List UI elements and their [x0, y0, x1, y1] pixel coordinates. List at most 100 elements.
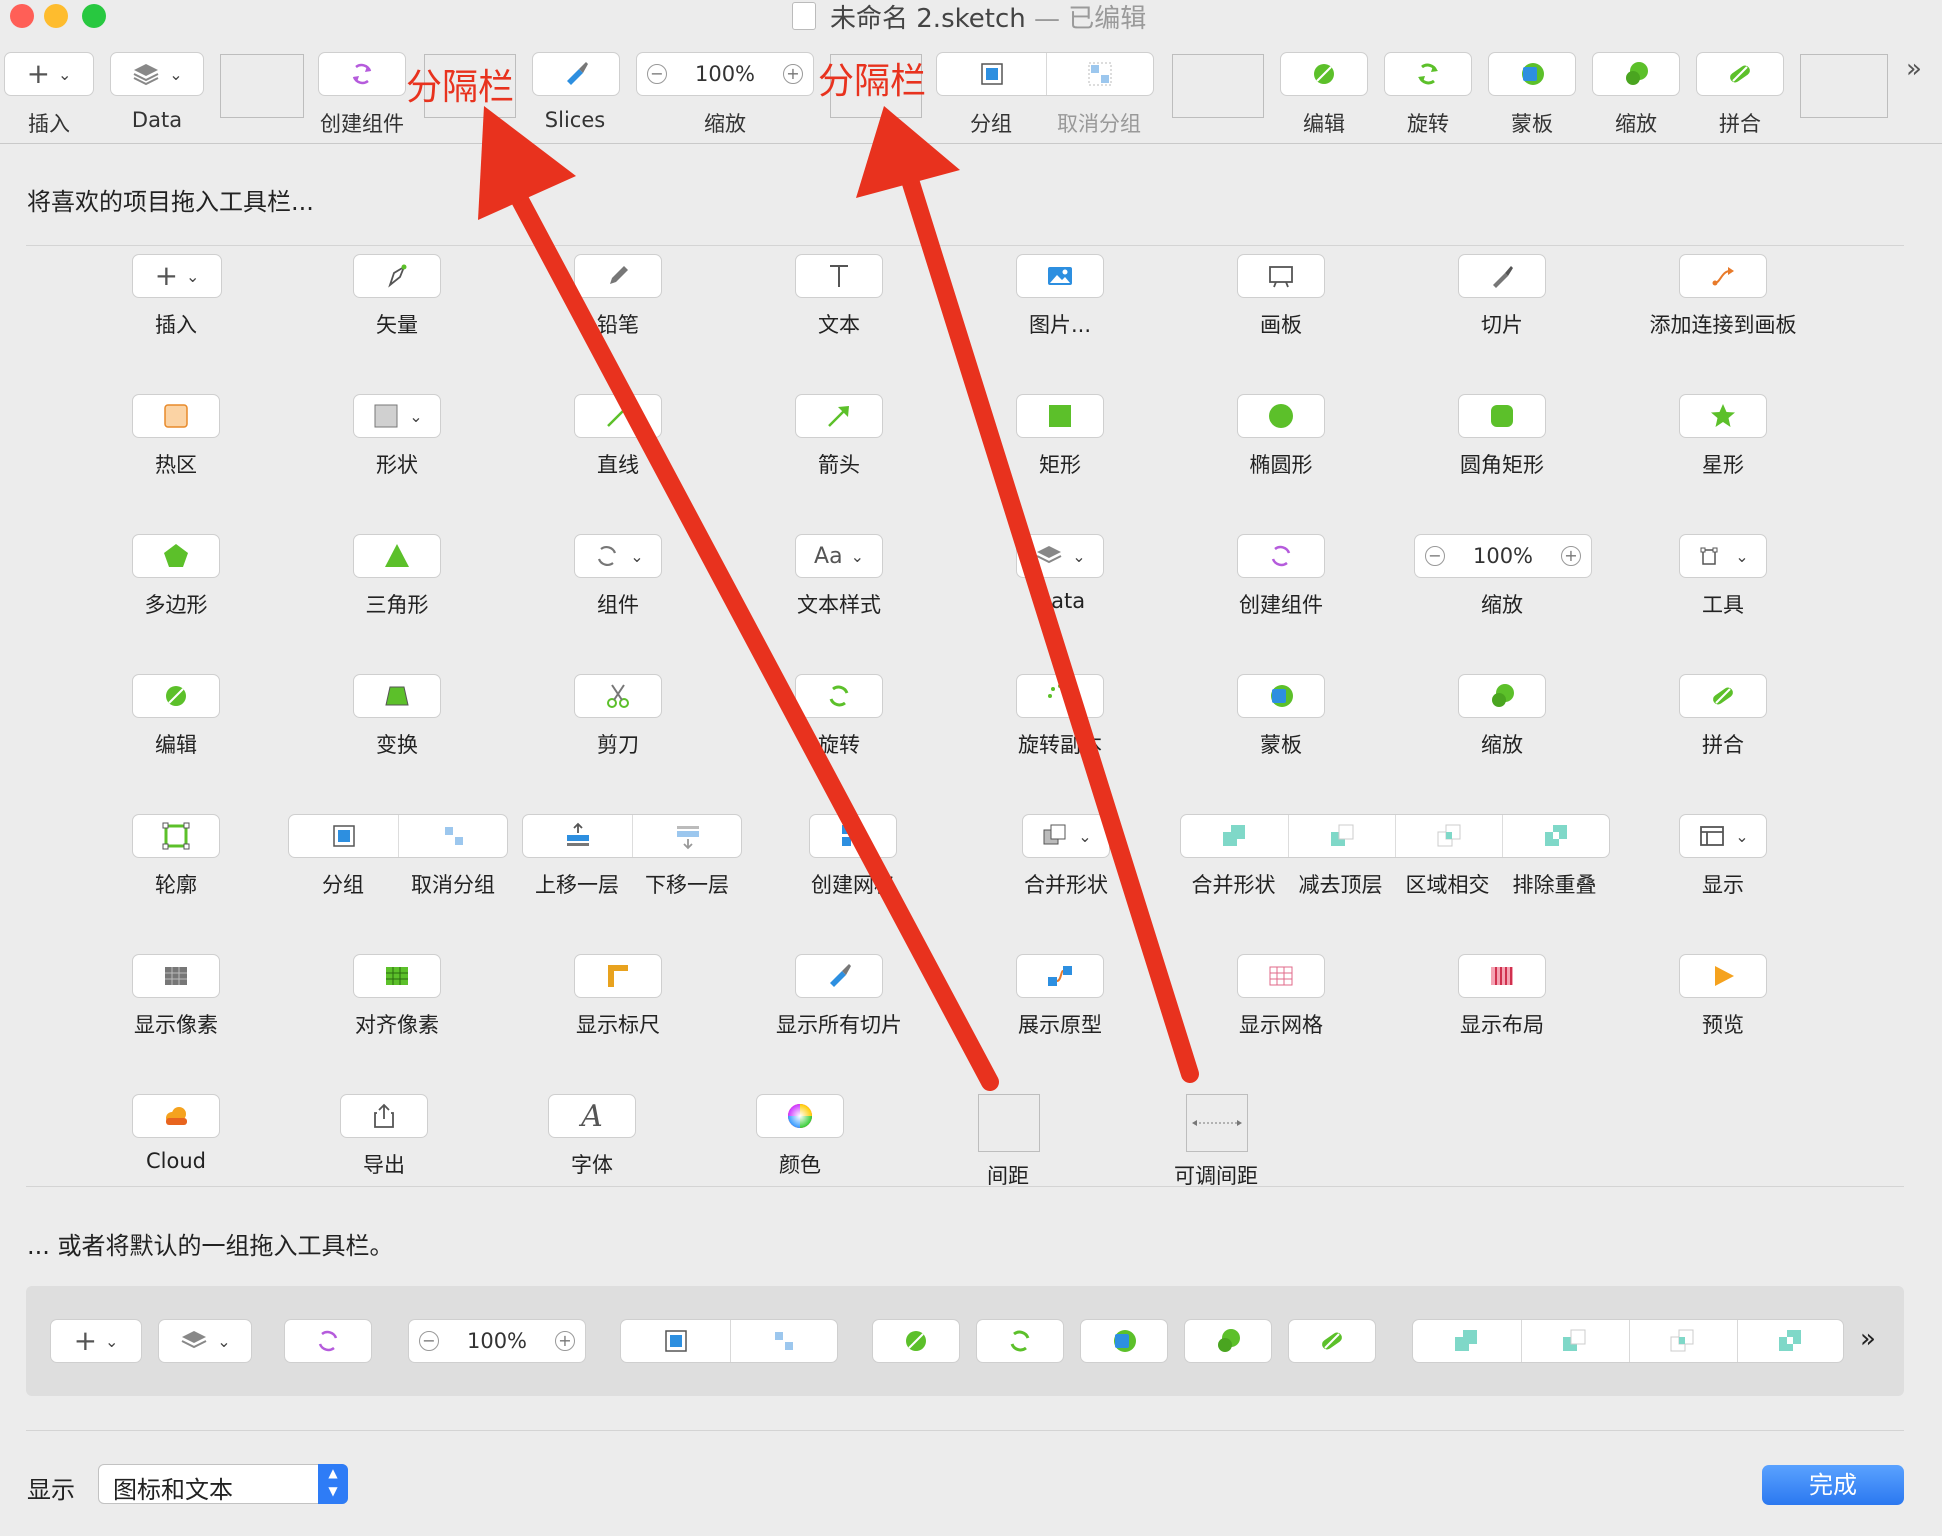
minimize-window-button[interactable] [44, 4, 68, 28]
zoom-out-icon[interactable]: − [647, 64, 667, 84]
star-button[interactable] [1679, 394, 1767, 438]
add-link-button[interactable] [1679, 254, 1767, 298]
toolbar-mask-button[interactable] [1488, 52, 1576, 96]
combine-shapes-button[interactable]: ⌄ [1022, 814, 1110, 858]
zoom-control[interactable]: − 100% + [1414, 534, 1592, 578]
preview-button[interactable] [1679, 954, 1767, 998]
text-style-button[interactable]: Aa ⌄ [795, 534, 883, 578]
oval-button[interactable] [1237, 394, 1325, 438]
arrow-button[interactable] [795, 394, 883, 438]
create-grid-button[interactable] [809, 814, 897, 858]
insert-button[interactable]: + ⌄ [132, 254, 222, 298]
union-icon[interactable] [1219, 821, 1249, 851]
chevron-down-icon: ⌄ [1078, 826, 1092, 846]
show-layout-button[interactable] [1458, 954, 1546, 998]
fonts-button[interactable]: A [548, 1094, 636, 1138]
toolbar-slices-button[interactable] [532, 52, 620, 96]
flatten-button[interactable] [1679, 674, 1767, 718]
toolbar-zoom-label: 缩放 [704, 112, 746, 136]
show-slices-button[interactable] [795, 954, 883, 998]
vector-button[interactable] [353, 254, 441, 298]
tools-icon [1700, 547, 1718, 565]
zoom-out-icon[interactable]: − [1425, 546, 1445, 566]
zoom-in-icon[interactable]: + [1560, 546, 1581, 566]
palette-item-difference-label: 排除重叠 [1512, 873, 1597, 897]
rotate-icon [1418, 63, 1438, 85]
rotate-button[interactable] [795, 674, 883, 718]
show-grid-button[interactable] [1237, 954, 1325, 998]
toolbar-scale-button[interactable] [1592, 52, 1680, 96]
show-mode-select[interactable]: 图标和文本 ▲ ▼ [98, 1464, 348, 1504]
toolbar-flexible-space-2[interactable] [1172, 54, 1264, 118]
triangle-button[interactable] [353, 534, 441, 578]
toolbar-flexible-space[interactable] [220, 54, 304, 118]
text-button[interactable] [795, 254, 883, 298]
toolbar-flexible-space-3[interactable] [1800, 54, 1888, 118]
flexible-space-button[interactable] [1186, 1094, 1248, 1152]
symbols-button[interactable]: ⌄ [574, 534, 662, 578]
palette-item-label: 显示布局 [1460, 1013, 1544, 1037]
zoom-value: 100% [466, 1329, 528, 1353]
toolbar-data-button[interactable]: ⌄ [110, 52, 204, 96]
palette-bottom-divider [26, 1186, 1904, 1187]
slice-button[interactable] [1458, 254, 1546, 298]
zoom-window-button[interactable] [82, 4, 106, 28]
toolbar-rotate-button[interactable] [1384, 52, 1472, 96]
polygon-button[interactable] [132, 534, 220, 578]
space-button[interactable] [978, 1094, 1040, 1152]
difference-icon[interactable] [1541, 821, 1571, 851]
rectangle-button[interactable] [1016, 394, 1104, 438]
subtract-icon[interactable] [1327, 821, 1357, 851]
cloud-button[interactable] [132, 1094, 220, 1138]
chevron-down-icon: ⌄ [58, 64, 72, 84]
rotate-copies-button[interactable] [1016, 674, 1104, 718]
group-icon[interactable] [977, 59, 1007, 89]
transform-button[interactable] [353, 674, 441, 718]
toolbar-edit-button[interactable] [1280, 52, 1368, 96]
artboard-button[interactable] [1237, 254, 1325, 298]
tools-button[interactable]: ⌄ [1679, 534, 1767, 578]
pixel-fit-button[interactable] [353, 954, 441, 998]
close-window-button[interactable] [10, 4, 34, 28]
zoom-in-icon[interactable]: + [782, 64, 803, 84]
shape-button[interactable]: ⌄ [353, 394, 441, 438]
ungroup-icon[interactable] [439, 821, 469, 851]
palette-item-intersect-label: 区域相交 [1405, 873, 1490, 897]
rulers-button[interactable] [574, 954, 662, 998]
scale-button[interactable] [1458, 674, 1546, 718]
ungroup-icon[interactable] [1085, 59, 1115, 89]
group-icon[interactable] [329, 821, 359, 851]
separator-annotation-2: 分隔栏 [818, 61, 927, 102]
palette-item-backward-label: 下移一层 [645, 873, 729, 897]
palette-item-label: 画板 [1260, 313, 1302, 337]
toolbar-flatten-button[interactable] [1696, 52, 1784, 96]
create-symbol-button[interactable] [1237, 534, 1325, 578]
palette-item-label: 创建组件 [1239, 593, 1323, 617]
hotspot-button[interactable] [132, 394, 220, 438]
toolbar-overflow-icon[interactable]: » [1906, 54, 1922, 84]
colors-button[interactable] [756, 1094, 844, 1138]
edit-shape-icon [1314, 64, 1334, 84]
toolbar-insert-button[interactable]: + ⌄ [4, 52, 94, 96]
move-backward-icon[interactable] [673, 821, 703, 851]
default-toolbar-set[interactable]: + ⌄ ⌄ − 100% + » [26, 1286, 1904, 1396]
move-forward-icon[interactable] [563, 821, 593, 851]
data-button[interactable]: ⌄ [1016, 534, 1104, 578]
line-button[interactable] [574, 394, 662, 438]
show-prototype-button[interactable] [1016, 954, 1104, 998]
toolbar-create-symbol-button[interactable] [318, 52, 406, 96]
done-button[interactable]: 完成 [1762, 1465, 1904, 1505]
image-button[interactable] [1016, 254, 1104, 298]
edit-button[interactable] [132, 674, 220, 718]
pencil-button[interactable] [574, 254, 662, 298]
view-button[interactable]: ⌄ [1679, 814, 1767, 858]
intersect-icon[interactable] [1434, 821, 1464, 851]
toolbar-zoom-control[interactable]: − 100% + [636, 52, 814, 96]
scissors-button[interactable] [574, 674, 662, 718]
export-button[interactable] [340, 1094, 428, 1138]
rounded-rectangle-button[interactable] [1458, 394, 1546, 438]
palette-item-ungroup-label: 取消分组 [411, 873, 495, 897]
outline-button[interactable] [132, 814, 220, 858]
show-pixels-button[interactable] [132, 954, 220, 998]
mask-button[interactable] [1237, 674, 1325, 718]
